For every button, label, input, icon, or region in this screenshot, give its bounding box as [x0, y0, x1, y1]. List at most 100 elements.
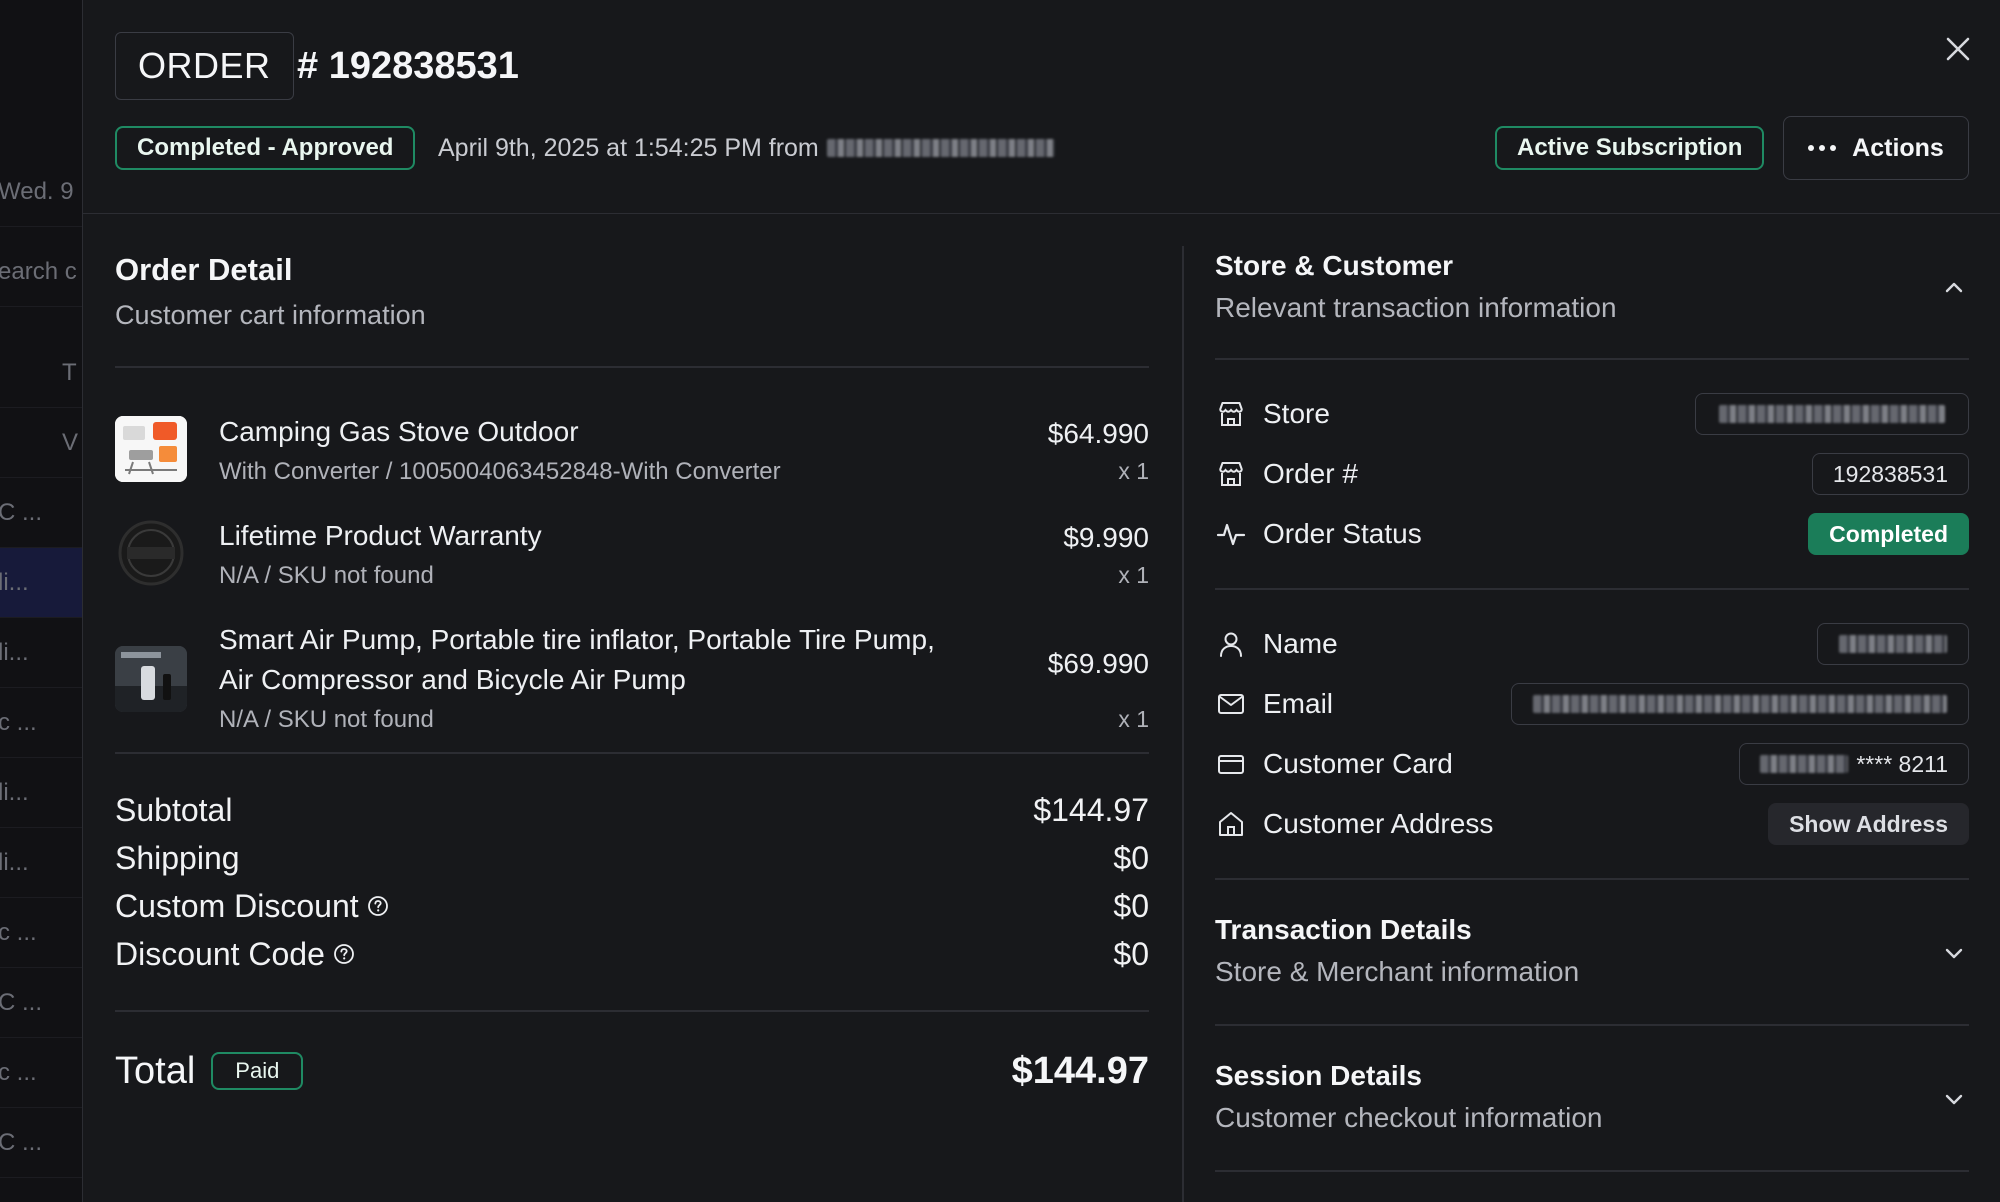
background-row: c ... [0, 1038, 82, 1108]
item-quantity: x 1 [1118, 706, 1149, 732]
close-button[interactable] [1937, 28, 1979, 70]
discount-code-label: Discount Code [115, 935, 325, 972]
name-row: Name [1215, 622, 1969, 666]
show-address-button[interactable]: Show Address [1768, 803, 1969, 845]
background-date-label: Wed. 9 [0, 157, 82, 227]
item-variant: With Converter / 1005004063452848-With C… [219, 458, 781, 485]
order-detail-header: Order Detail Customer cart information [115, 252, 426, 331]
help-icon[interactable] [333, 943, 355, 965]
total-row: Total Paid $144.97 [115, 1046, 1149, 1096]
item-title-line2: Air Compressor and Bicycle Air Pump [219, 664, 686, 695]
custom-discount-value: $0 [1113, 887, 1149, 924]
custom-discount-row: Custom Discount $0 [115, 886, 1149, 926]
name-value-pill[interactable] [1817, 623, 1969, 665]
background-row: C ... [0, 968, 82, 1038]
address-label: Customer Address [1263, 808, 1494, 839]
order-number-value[interactable]: 192838531 [1811, 453, 1969, 495]
card-value-pill[interactable]: **** 8211 [1739, 743, 1969, 785]
store-customer-title: Store & Customer [1215, 250, 1454, 281]
store-icon [1215, 398, 1247, 430]
order-number-row: Order # 192838531 [1215, 452, 1969, 496]
discount-code-value: $0 [1113, 935, 1149, 972]
session-details-subtitle: Customer checkout information [1215, 1102, 1603, 1133]
item-variant: N/A / SKU not found [219, 562, 434, 589]
subtotal-row: Subtotal $144.97 [115, 790, 1149, 830]
product-thumbnail [115, 416, 187, 482]
order-modal: ORDER # 192838531 Completed - Approved A… [82, 0, 2000, 1202]
background-row: li... [0, 828, 82, 898]
total-label: Total [115, 1049, 196, 1092]
item-title: Lifetime Product Warranty [219, 520, 542, 551]
order-timestamp: April 9th, 2025 at 1:54:25 PM from [438, 126, 1055, 170]
card-value: **** 8211 [1856, 750, 1948, 777]
order-label-chip: ORDER [115, 32, 294, 100]
order-number-title: # 192838531 [297, 44, 519, 87]
store-value-pill[interactable] [1695, 393, 1969, 435]
item-quantity: x 1 [1118, 458, 1149, 484]
item-quantity: x 1 [1118, 562, 1149, 588]
order-detail-title: Order Detail [115, 252, 293, 287]
email-label: Email [1263, 688, 1334, 719]
background-row: li... [0, 758, 82, 828]
order-status-row: Order Status Completed [1215, 512, 1969, 556]
divider [115, 1010, 1149, 1012]
background-row: V [0, 408, 82, 478]
divider [1215, 358, 1969, 360]
background-row: C ... [0, 478, 82, 548]
order-status-badge: Completed [1808, 513, 1969, 555]
store-row: Store [1215, 392, 1969, 436]
store-customer-accordion-header[interactable]: Store & Customer Relevant transaction in… [1215, 250, 1969, 350]
close-icon [1946, 37, 1970, 61]
store-customer-subtitle: Relevant transaction information [1215, 292, 1617, 323]
timestamp-text: April 9th, 2025 at 1:54:25 PM from [438, 133, 819, 162]
transaction-details-accordion-header[interactable]: Transaction Details Store & Merchant inf… [1215, 914, 1969, 1014]
chevron-down-icon [1945, 1094, 1963, 1105]
redacted-card-prefix [1760, 755, 1849, 773]
chevron-down-icon [1945, 948, 1963, 959]
card-row: Customer Card **** 8211 [1215, 742, 1969, 786]
paid-badge: Paid [211, 1052, 304, 1090]
session-details-accordion-header[interactable]: Session Details Customer checkout inform… [1215, 1060, 1969, 1160]
custom-discount-label-wrap: Custom Discount [115, 888, 389, 925]
email-value-pill[interactable] [1511, 683, 1969, 725]
background-row: c ... [0, 898, 82, 968]
divider [1215, 1170, 1969, 1172]
shipping-label: Shipping [115, 839, 240, 876]
transaction-details-subtitle: Store & Merchant information [1215, 956, 1580, 987]
home-icon [1215, 808, 1247, 840]
order-detail-panel: Order Detail Customer cart information C… [115, 214, 1149, 1202]
session-details-title: Session Details [1215, 1060, 1422, 1091]
divider [1215, 878, 1969, 880]
shipping-row: Shipping $0 [115, 838, 1149, 878]
status-badge: Completed - Approved [115, 126, 416, 170]
activity-icon [1215, 518, 1247, 550]
background-row: li... [0, 618, 82, 688]
card-label: Customer Card [1263, 748, 1453, 779]
address-row: Customer Address Show Address [1215, 802, 1969, 846]
item-price: $9.990 [1063, 522, 1149, 553]
divider [1215, 588, 1969, 590]
item-price: $64.990 [1047, 418, 1149, 449]
total-value: $144.97 [1011, 1049, 1149, 1092]
store-customer-panel: Store & Customer Relevant transaction in… [1215, 214, 1969, 1202]
name-label: Name [1263, 628, 1338, 659]
redacted-email [1533, 695, 1947, 713]
warranty-seal-image [115, 520, 187, 586]
item-title: Smart Air Pump, Portable tire inflator, … [219, 624, 935, 655]
redacted-store-name [826, 139, 1055, 157]
credit-card-icon [1215, 748, 1247, 780]
subtotal-value: $144.97 [1033, 791, 1149, 828]
background-row: C ... [0, 1108, 82, 1178]
cart-item: Camping Gas Stove Outdoor With Converter… [115, 404, 1149, 494]
order-number-label: Order # [1263, 458, 1358, 489]
order-detail-subtitle: Customer cart information [115, 300, 426, 330]
more-dots-icon [1808, 145, 1837, 151]
actions-button[interactable]: Actions [1783, 116, 1969, 180]
background-row: c ... [0, 688, 82, 758]
mail-icon [1215, 688, 1247, 720]
user-icon [1215, 628, 1247, 660]
divider [115, 752, 1149, 754]
custom-discount-label: Custom Discount [115, 887, 359, 924]
help-icon[interactable] [367, 895, 389, 917]
item-price: $69.990 [1047, 648, 1149, 679]
